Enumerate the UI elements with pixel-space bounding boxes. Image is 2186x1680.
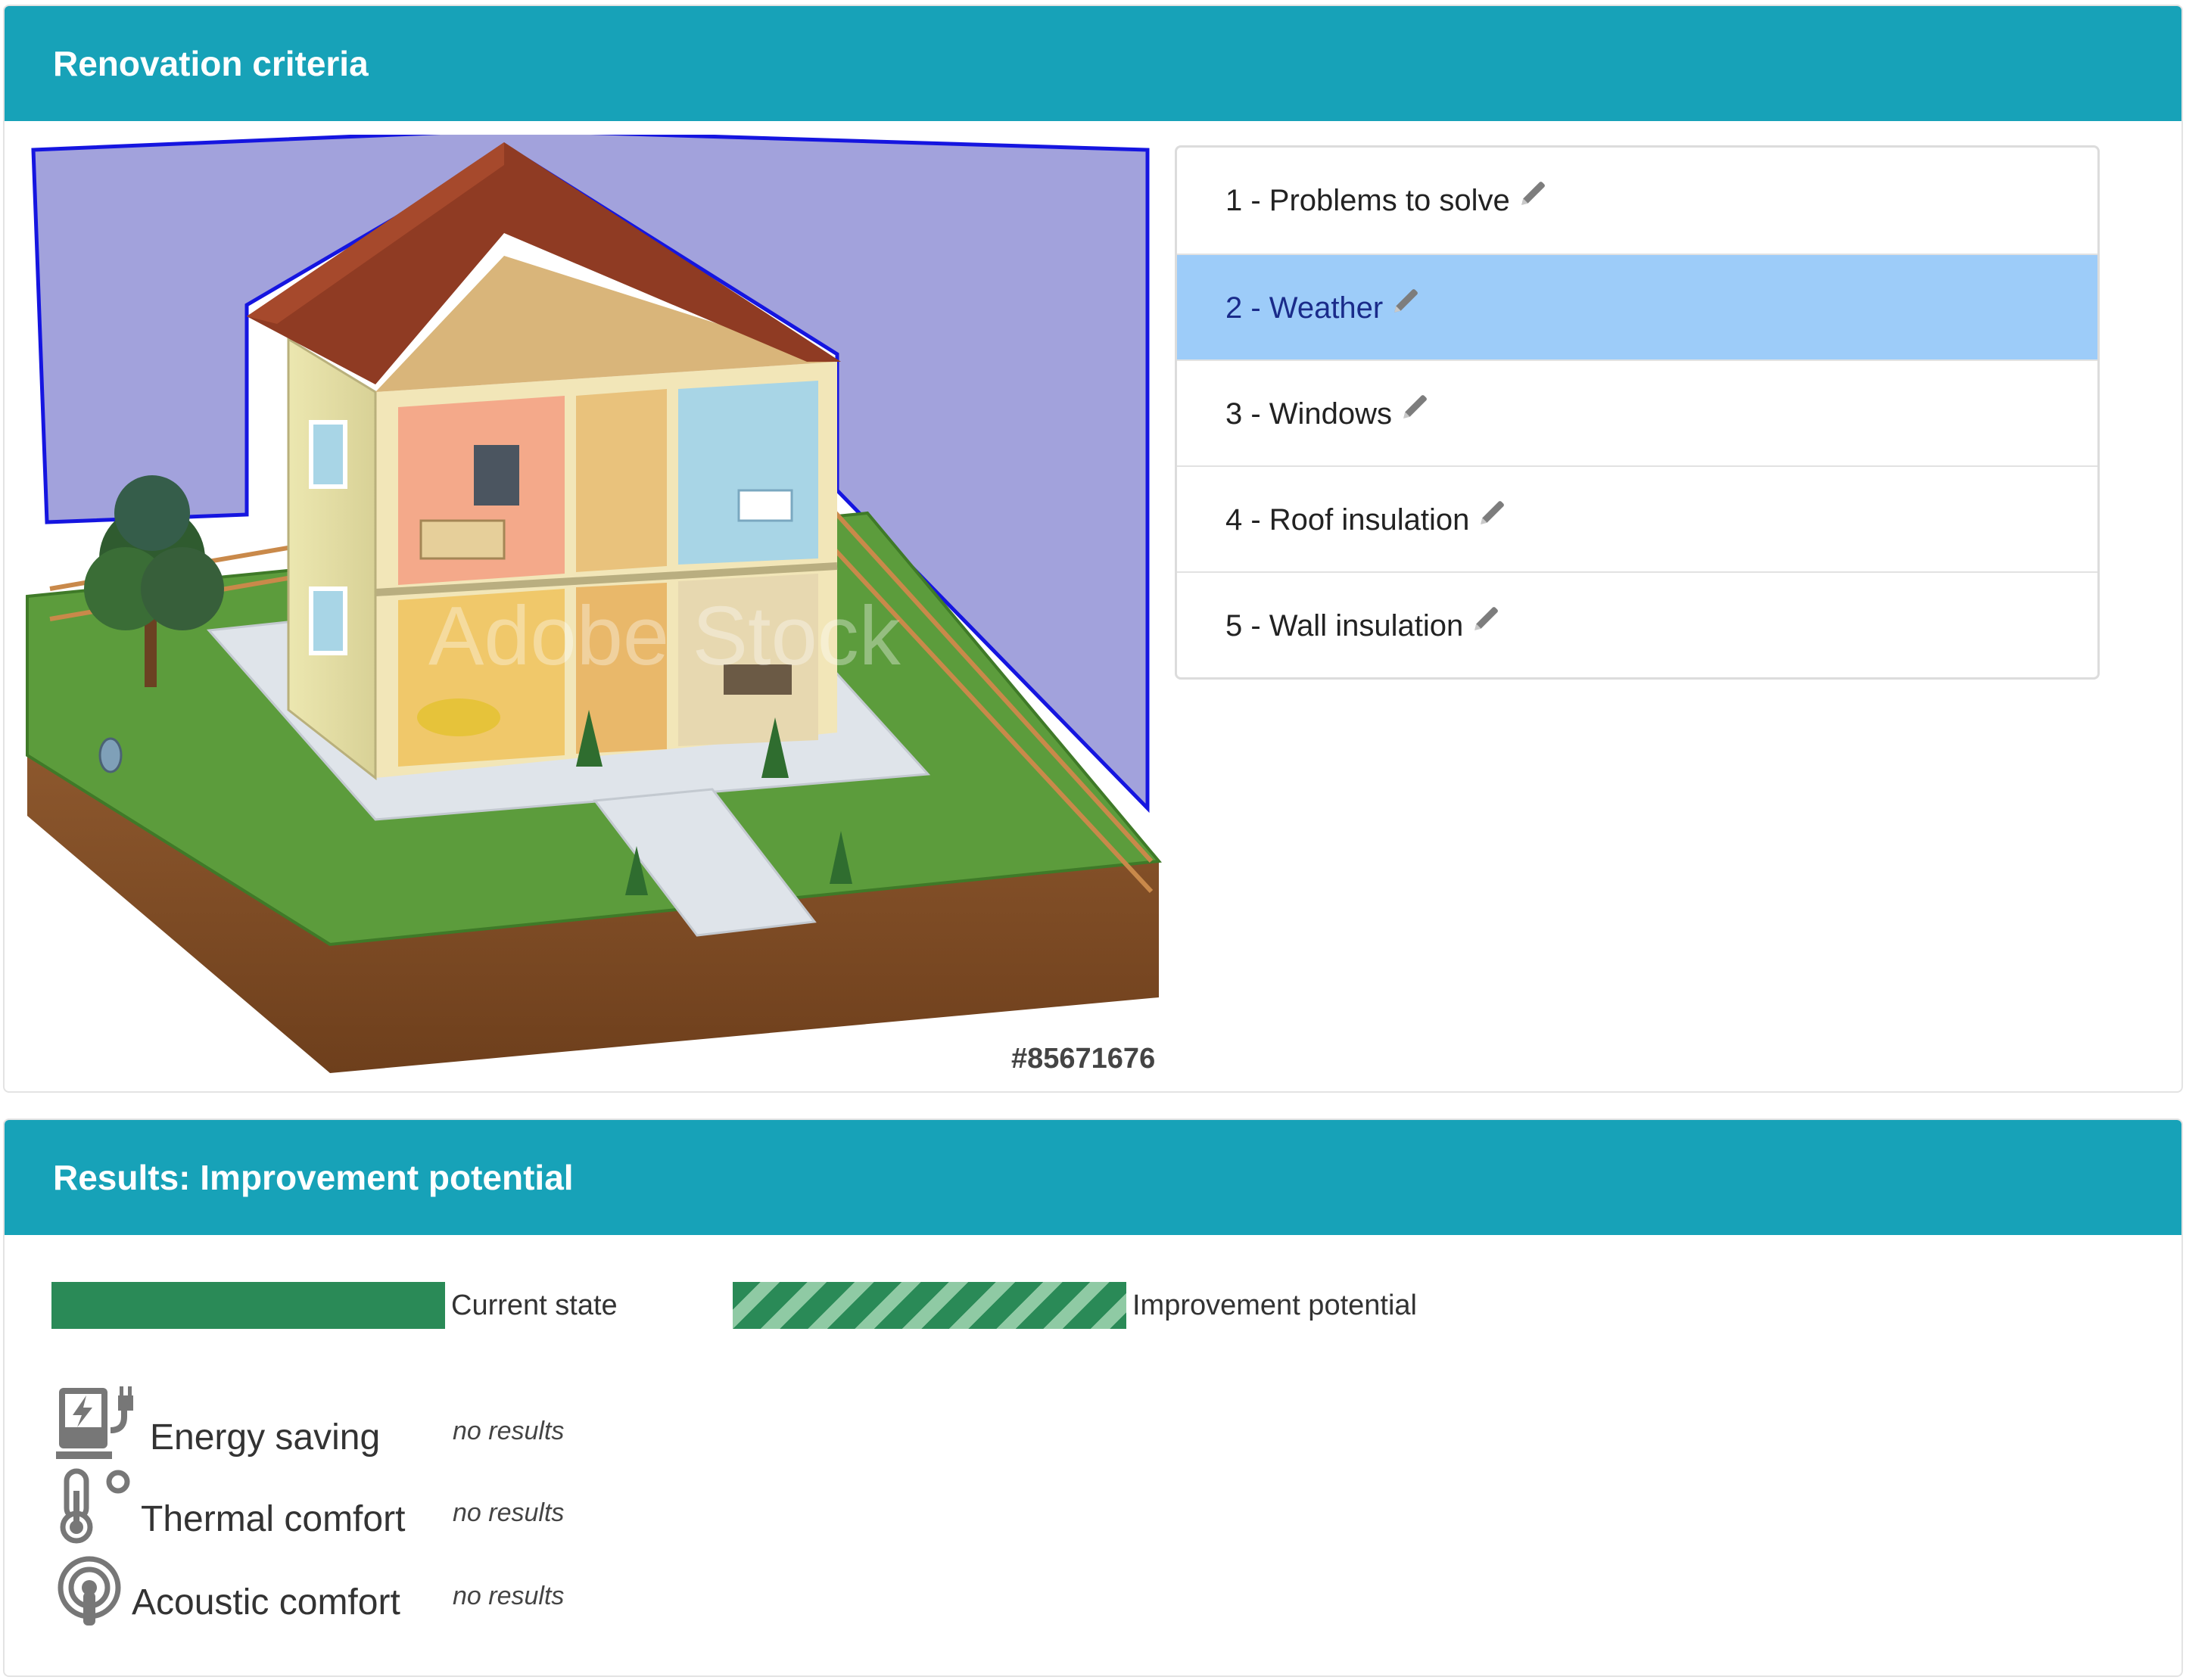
criteria-item-label: 2 - Weather (1225, 291, 1384, 325)
house-illustration[interactable]: Adobe Stock (20, 135, 1170, 1088)
metric-label-energy-saving: Energy saving (150, 1417, 381, 1458)
results-panel: Results: Improvement potential Current s… (3, 1118, 2183, 1677)
renovation-criteria-panel: Renovation criteria Adobe Stock #8567167… (3, 5, 2183, 1093)
legend-current-state-label: Current state (451, 1290, 618, 1321)
criteria-item-windows[interactable]: 3 - Windows (1177, 359, 2097, 465)
house-side-wall (287, 337, 377, 781)
acoustic-ear-icon (56, 1556, 126, 1632)
thermometer-icon (54, 1468, 138, 1548)
metric-label-thermal-comfort: Thermal comfort (141, 1499, 406, 1539)
criteria-item-weather[interactable]: 2 - Weather (1177, 254, 2097, 359)
watermark: Adobe Stock (428, 590, 901, 683)
criteria-item-label: 1 - Problems to solve (1225, 184, 1510, 217)
energy-plug-icon (56, 1385, 144, 1467)
criteria-item-wall-insulation[interactable]: 5 - Wall insulation (1177, 571, 2097, 677)
criteria-item-problems[interactable]: 1 - Problems to solve (1177, 148, 2097, 254)
legend-improvement-label: Improvement potential (1132, 1290, 1417, 1321)
pencil-icon[interactable] (1400, 359, 1431, 465)
panel-title: Results: Improvement potential (5, 1120, 2181, 1235)
criteria-list: 1 - Problems to solve 2 - Weather 3 - Wi… (1175, 145, 2100, 680)
metric-value-thermal-comfort: no results (453, 1498, 565, 1527)
metric-value-acoustic-comfort: no results (453, 1582, 565, 1610)
pencil-icon[interactable] (1471, 571, 1502, 677)
criteria-item-label: 5 - Wall insulation (1225, 609, 1464, 642)
legend-current-state-swatch (51, 1282, 445, 1329)
criteria-item-label: 3 - Windows (1225, 397, 1393, 431)
pencil-icon[interactable] (1477, 465, 1509, 571)
legend-improvement-swatch (733, 1282, 1126, 1329)
criteria-item-label: 4 - Roof insulation (1225, 503, 1470, 537)
criteria-item-roof-insulation[interactable]: 4 - Roof insulation (1177, 465, 2097, 571)
panel-title: Renovation criteria (5, 6, 2181, 121)
image-id: #85671676 (1011, 1043, 1156, 1075)
metric-value-energy-saving: no results (453, 1417, 565, 1445)
metric-label-acoustic-comfort: Acoustic comfort (132, 1582, 400, 1622)
pencil-icon[interactable] (1518, 148, 1549, 252)
pencil-icon[interactable] (1390, 254, 1422, 359)
